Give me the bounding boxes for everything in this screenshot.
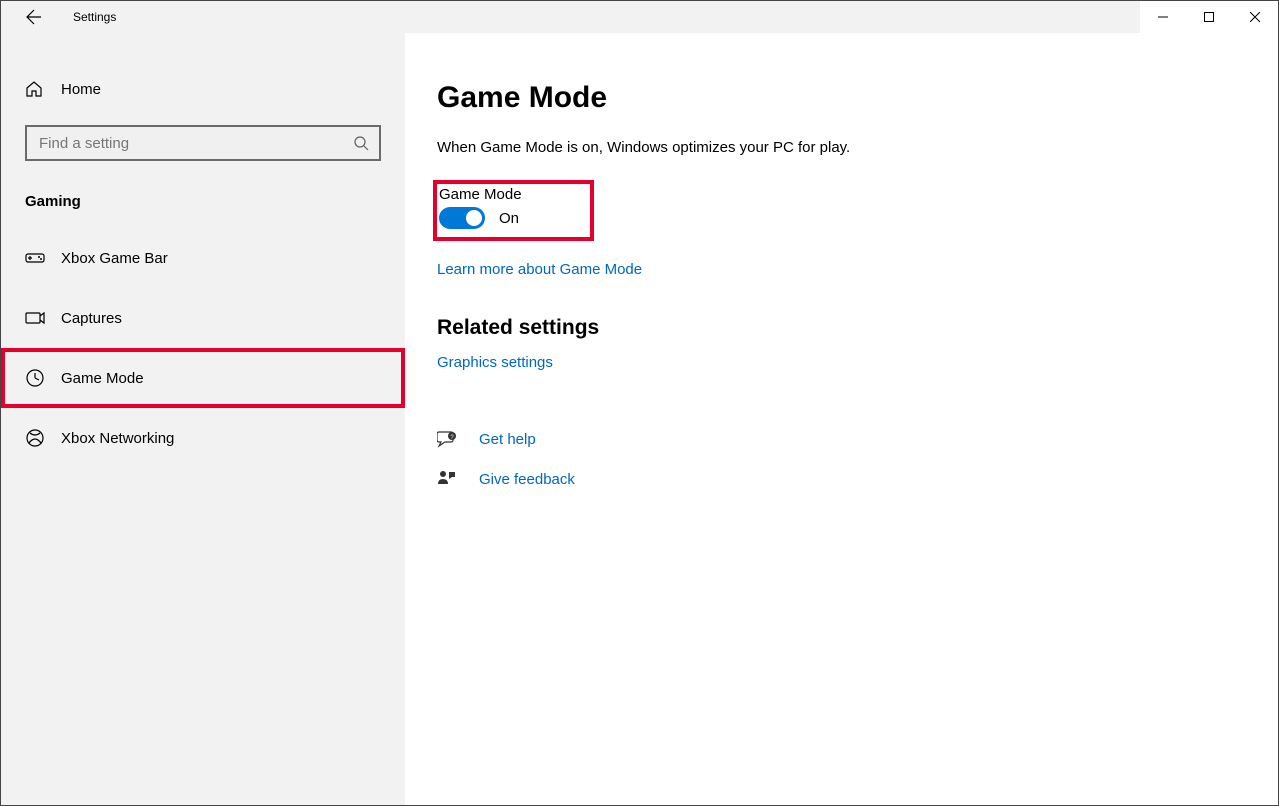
game-bar-icon bbox=[25, 250, 45, 266]
related-settings-heading: Related settings bbox=[437, 316, 1238, 340]
xbox-icon bbox=[25, 429, 45, 447]
game-mode-icon bbox=[25, 369, 45, 387]
maximize-button[interactable] bbox=[1186, 1, 1232, 33]
page-description: When Game Mode is on, Windows optimizes … bbox=[437, 139, 1238, 156]
sidebar-item-game-mode[interactable]: Game Mode bbox=[1, 348, 405, 408]
captures-icon bbox=[25, 310, 45, 326]
toggle-knob bbox=[466, 210, 482, 226]
page-title: Game Mode bbox=[437, 81, 1238, 115]
window-controls bbox=[1140, 1, 1278, 33]
toggle-state: On bbox=[499, 210, 519, 227]
maximize-icon bbox=[1204, 12, 1214, 22]
window-body: Home Gaming Xbox Game Bar bbox=[1, 33, 1278, 805]
minimize-icon bbox=[1158, 12, 1168, 22]
game-mode-toggle-block: Game Mode On bbox=[437, 184, 590, 237]
learn-more-link[interactable]: Learn more about Game Mode bbox=[437, 261, 642, 278]
back-button[interactable] bbox=[23, 6, 45, 28]
sidebar-item-label: Game Mode bbox=[61, 370, 144, 387]
sidebar-item-label: Xbox Networking bbox=[61, 430, 174, 447]
search-input[interactable] bbox=[39, 135, 353, 152]
sidebar-item-label: Xbox Game Bar bbox=[61, 250, 168, 267]
content: Game Mode When Game Mode is on, Windows … bbox=[405, 33, 1278, 805]
close-icon bbox=[1250, 12, 1260, 22]
titlebar: Settings bbox=[1, 1, 1278, 33]
arrow-left-icon bbox=[26, 9, 42, 25]
window-title: Settings bbox=[73, 10, 116, 24]
minimize-button[interactable] bbox=[1140, 1, 1186, 33]
game-mode-toggle[interactable] bbox=[439, 207, 485, 229]
get-help-link[interactable]: Get help bbox=[479, 431, 536, 448]
settings-window: Settings Home bbox=[0, 0, 1279, 806]
toggle-label: Game Mode bbox=[439, 186, 522, 203]
sidebar: Home Gaming Xbox Game Bar bbox=[1, 33, 405, 805]
sidebar-item-captures[interactable]: Captures bbox=[1, 288, 405, 348]
feedback-icon bbox=[437, 470, 459, 488]
sidebar-item-xbox-networking[interactable]: Xbox Networking bbox=[1, 408, 405, 468]
sidebar-item-label: Captures bbox=[61, 310, 122, 327]
help-icon: ? bbox=[437, 430, 459, 448]
titlebar-left: Settings bbox=[1, 1, 1140, 33]
give-feedback-link[interactable]: Give feedback bbox=[479, 471, 575, 488]
sidebar-section-label: Gaming bbox=[1, 179, 405, 228]
toggle-row: On bbox=[439, 207, 522, 229]
search-wrap bbox=[25, 125, 381, 161]
sidebar-home[interactable]: Home bbox=[1, 67, 405, 111]
sidebar-item-xbox-game-bar[interactable]: Xbox Game Bar bbox=[1, 228, 405, 288]
graphics-settings-link[interactable]: Graphics settings bbox=[437, 354, 553, 371]
sidebar-home-label: Home bbox=[61, 81, 101, 98]
search-icon bbox=[353, 135, 369, 151]
give-feedback-row: Give feedback bbox=[437, 459, 1238, 499]
close-button[interactable] bbox=[1232, 1, 1278, 33]
home-icon bbox=[25, 80, 45, 98]
get-help-row: ? Get help bbox=[437, 419, 1238, 459]
search-box[interactable] bbox=[25, 125, 381, 161]
